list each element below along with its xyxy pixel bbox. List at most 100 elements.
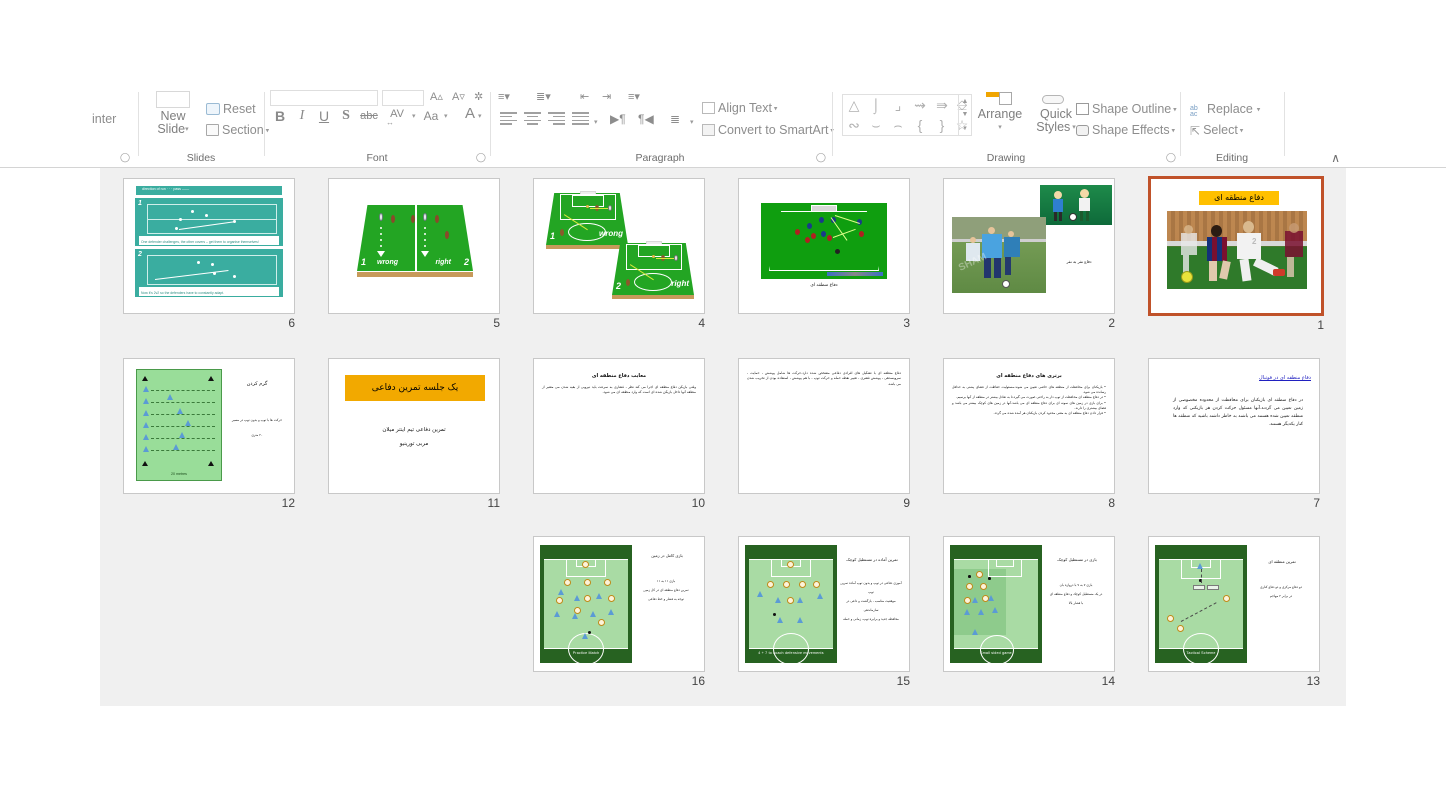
replace-label: Replace [1207,102,1253,116]
quick-styles-caret-icon[interactable]: ▾ [1070,124,1076,131]
align-right-icon[interactable] [548,112,565,126]
select-button[interactable]: ⇱ Select ▾ [1190,123,1243,138]
slide-number-1: 1 [1317,318,1324,332]
slide-thumbnail-5[interactable]: 1 wrong right 2 [328,178,500,314]
underline-button[interactable]: U [314,106,334,126]
right-arrow-shape-icon[interactable]: ⇝ [909,96,931,114]
format-painter-button[interactable]: inter [92,112,116,126]
slide-thumbnail-12[interactable]: 20 metres گرم کردن حرکت ها با توپ و بدون… [123,358,295,494]
font-dialog-launcher[interactable]: ◯ [476,152,486,163]
new-slide-button[interactable]: New Slide▾ [145,110,201,136]
columns-button[interactable]: ≣ [670,112,680,126]
font-name-box[interactable] [270,90,378,106]
align-text-button[interactable]: Align Text ▾ [702,101,777,115]
font-color-caret-icon[interactable]: ▾ [478,112,482,120]
align-left-icon[interactable] [500,112,517,126]
italic-button[interactable]: I [292,106,312,126]
down-arrow-shape-icon[interactable]: ⇛ [931,96,953,114]
shape-effects-caret-icon[interactable]: ▾ [1170,128,1176,135]
font-color-button[interactable]: A [460,104,480,124]
slide-thumbnail-14[interactable]: Small sided game بازی در مستطیل کوچک باز… [943,536,1115,672]
slide-thumbnail-16[interactable]: Practice Match بازی کامل در زمین بازی ۱۱… [533,536,705,672]
replace-button[interactable]: ab ac Replace ▾ [1190,102,1260,118]
slide-thumbnail-11[interactable]: یک جلسه تمرین دفاعی تمرین دفاعی تیم اینت… [328,358,500,494]
increase-indent-button[interactable]: ⇥ [602,90,611,103]
collapse-ribbon-button[interactable]: ∧ [1331,151,1340,165]
columns-caret-icon[interactable]: ▾ [594,118,598,126]
shape-outline-button[interactable]: Shape Outline ▾ [1076,102,1177,116]
freeform-scribble-shape-icon[interactable]: ∾ [843,116,865,134]
slide-thumbnail-9[interactable]: دفاع منطقه ای با تشکیل های افرادی دفاعی … [738,358,910,494]
elbow-arrow-shape-icon[interactable]: ⌟ [887,96,909,114]
slide5-number-right: 2 [463,257,469,267]
drawing-dialog-launcher[interactable]: ◯ [1166,152,1176,163]
shapes-scroll-up-icon[interactable]: ▲ [959,95,971,108]
slide-thumbnail-10[interactable]: معایب دفاع منطقه ای وقتی بازیکن دفاع منط… [533,358,705,494]
ltr-text-direction-button[interactable]: ▶¶ [610,112,626,126]
curve-shape-icon[interactable]: ⌢ [887,116,909,134]
shapes-gallery-scrollbar[interactable]: ▲ ▼ ▾ [958,95,971,135]
align-center-icon[interactable] [524,112,541,126]
slide-thumbnail-8[interactable]: برتری های دفاع منطقه ای • بازیکنان برای … [943,358,1115,494]
smartart-icon [702,124,715,136]
left-brace-shape-icon[interactable]: { [909,116,931,134]
slide-thumbnail-2[interactable]: SHAM دفاع نفر به نفر [943,178,1115,314]
group-divider [490,92,491,156]
section-button[interactable]: Section ▾ [206,123,269,137]
slide14-body: بازی ۷ به ۷ با دروازه بان در یک مستطیل ک… [1049,583,1103,605]
slide12-body2: ۲۰ متری [251,433,263,437]
paragraph-dialog-launcher[interactable]: ◯ [816,152,826,163]
slide-number-11: 11 [487,496,500,510]
slide12-field-caption: 20 metres [171,472,187,476]
arrange-button[interactable]: Arrange ▾ [974,108,1026,134]
shapes-scroll-down-icon[interactable]: ▼ [959,108,971,121]
elbow-connector-shape-icon[interactable]: ⌡ [865,96,887,114]
change-case-caret-icon[interactable]: ▾ [444,112,448,120]
convert-to-smartart-button[interactable]: Convert to SmartArt ▾ [702,123,834,137]
slide15-pitch: 4 + 7 to coach defensive movements [745,545,837,665]
shape-effects-button[interactable]: Shape Effects ▾ [1076,123,1175,137]
new-slide-label-line1: New [160,109,186,123]
slide-thumbnail-7[interactable]: دفاع منطقه ای در فوتبال در دفاع منطقه ای… [1148,358,1320,494]
align-text-caret-icon[interactable]: ▾ [772,106,778,113]
justify-icon[interactable] [572,112,589,126]
rtl-text-direction-button[interactable]: ¶◀ [638,112,654,126]
clear-formatting-button[interactable]: ✲ [474,90,483,103]
strikethrough-button[interactable]: abc [356,106,382,126]
triangle-shape-icon[interactable]: △ [843,96,865,114]
line-spacing-button[interactable]: ≡▾ [628,90,640,103]
change-case-button[interactable]: Aa [418,106,444,126]
bullets-button[interactable]: ≡▾ [498,90,510,103]
numbering-button[interactable]: ≣▾ [536,90,551,103]
arrange-label: Arrange [977,107,1023,121]
slide16-field-caption: Practice Match [572,651,600,655]
ribbon-group-font: A▵ A▿ ✲ B I U S abc AV ↔ ▾ Aa ▾ A ▾ Font… [266,88,488,166]
slide-sorter-pane[interactable]: direction of run · · · pass —— 1 One def… [100,168,1346,706]
slide-thumbnail-13[interactable]: Tactical Scheme تمرین منطقه ای دو دفاع م… [1148,536,1320,672]
replace-caret-icon[interactable]: ▾ [1253,107,1261,114]
slide-thumbnail-3[interactable]: دفاع منطقه ای [738,178,910,314]
text-shadow-button[interactable]: S [336,106,356,126]
reset-button[interactable]: Reset [206,102,256,116]
slide-thumbnail-1[interactable]: دفاع منطقه ای 2 [1148,176,1324,316]
slide-thumbnail-6[interactable]: direction of run · · · pass —— 1 One def… [123,178,295,314]
new-slide-caret-icon[interactable]: ▾ [185,126,189,133]
arrange-caret-icon[interactable]: ▾ [998,124,1002,131]
right-brace-shape-icon[interactable]: } [931,116,953,134]
increase-font-size-button[interactable]: A▵ [430,90,443,103]
arc-shape-icon[interactable]: ⌣ [865,116,887,134]
slide14-heading: بازی در مستطیل کوچک [1057,557,1097,562]
slide-thumbnail-4[interactable]: 1 wrong 2 right [533,178,705,314]
columns-dropdown-caret-icon[interactable]: ▾ [690,118,694,126]
slide-thumbnail-15[interactable]: 4 + 7 to coach defensive movements تمرین… [738,536,910,672]
shapes-more-icon[interactable]: ▾ [959,122,971,135]
shapes-gallery[interactable]: △ ⌡ ⌟ ⇝ ⇛ ⎒ ∾ ⌣ ⌢ { } ☆ ▲ ▼ ▾ [842,94,972,136]
select-caret-icon[interactable]: ▾ [1238,128,1244,135]
decrease-indent-button[interactable]: ⇤ [580,90,589,103]
character-spacing-caret-icon[interactable]: ▾ [412,112,416,120]
clipboard-dialog-launcher[interactable]: ◯ [120,152,130,163]
shape-outline-caret-icon[interactable]: ▾ [1171,107,1177,114]
bold-button[interactable]: B [270,106,290,126]
decrease-font-size-button[interactable]: A▿ [452,90,465,103]
quick-styles-button[interactable]: Quick Styles ▾ [1030,108,1082,134]
